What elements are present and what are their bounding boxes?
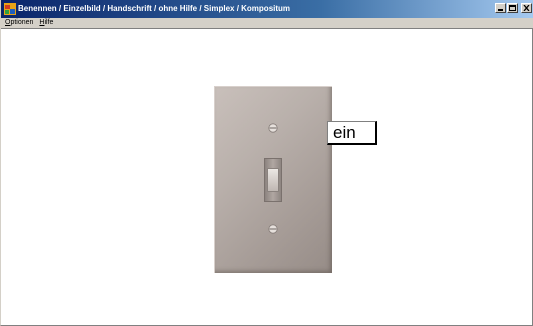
answer-label: ein [333,123,356,142]
menu-bar: Optionen Hilfe [1,18,533,29]
screw-icon [268,224,278,234]
app-icon [4,3,16,15]
menu-hilfe[interactable]: Hilfe [36,18,56,28]
window-title: Benennen / Einzelbild / Handschrift / oh… [18,4,291,13]
minimize-icon [498,9,503,11]
maximize-icon [509,5,516,11]
close-button[interactable] [521,3,532,13]
app-window: Benennen / Einzelbild / Handschrift / oh… [0,0,533,326]
screw-icon [268,123,278,133]
caption-buttons [494,3,532,13]
answer-label-box[interactable]: ein [327,121,377,145]
menu-optionen[interactable]: Optionen [1,18,36,28]
maximize-button[interactable] [507,3,518,13]
light-switch-image [214,86,332,273]
toggle-lever [267,168,279,192]
title-bar[interactable]: Benennen / Einzelbild / Handschrift / oh… [1,0,533,18]
close-icon [523,5,530,11]
minimize-button[interactable] [495,3,506,13]
